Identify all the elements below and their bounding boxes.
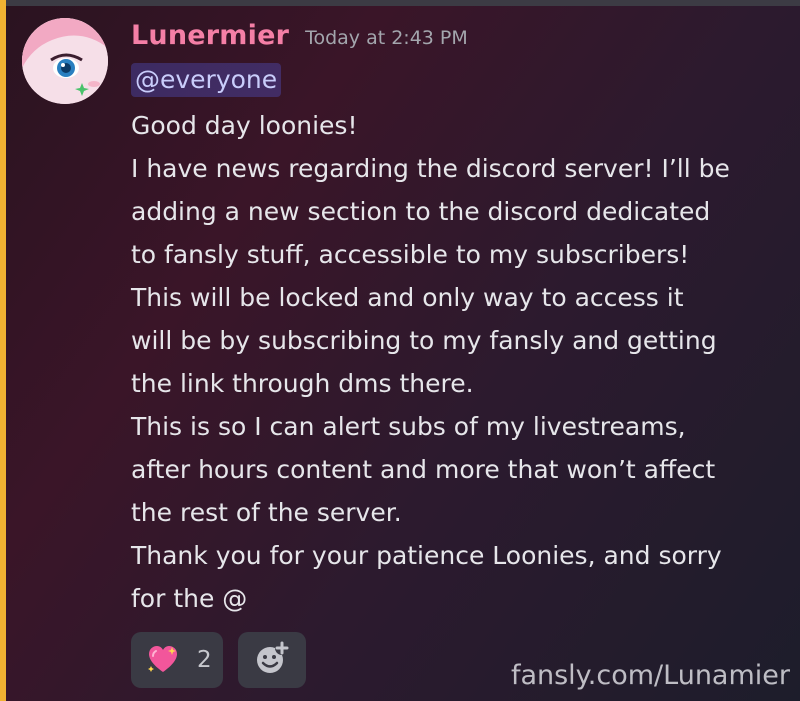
message-line: the rest of the server.: [131, 498, 402, 527]
top-bar: [0, 0, 800, 6]
message-line: will be by subscribing to my fansly and …: [131, 326, 717, 355]
message-body: Good day loonies! I have news regarding …: [131, 104, 791, 620]
message-header: Lunermier Today at 2:43 PM: [131, 20, 468, 56]
reaction-button[interactable]: 2: [131, 632, 223, 688]
everyone-mention[interactable]: @everyone: [131, 63, 282, 97]
message-line: after hours content and more that won’t …: [131, 455, 716, 484]
message-line: the link through dms there.: [131, 369, 474, 398]
message-line: adding a new section to the discord dedi…: [131, 197, 711, 226]
avatar[interactable]: [22, 18, 108, 104]
message-line: This is so I can alert subs of my livest…: [131, 412, 686, 441]
message-line: This will be locked and only way to acce…: [131, 283, 684, 312]
watermark: fansly.com/Lunamier: [510, 660, 790, 691]
author-name[interactable]: Lunermier: [131, 20, 289, 51]
message-line: I have news regarding the discord server…: [131, 154, 730, 183]
message-line: Thank you for your patience Loonies, and…: [131, 541, 722, 570]
add-reaction-button[interactable]: [238, 632, 306, 688]
message-timestamp[interactable]: Today at 2:43 PM: [305, 27, 468, 49]
sparkling-heart-icon: [147, 644, 179, 676]
reaction-count: 2: [197, 647, 212, 673]
mention-highlight-bar: [0, 0, 6, 701]
message-line: for the @: [131, 584, 248, 613]
add-reaction-icon: [254, 640, 290, 680]
message-line: to fansly stuff, accessible to my subscr…: [131, 240, 690, 269]
message-line: Good day loonies!: [131, 111, 358, 140]
